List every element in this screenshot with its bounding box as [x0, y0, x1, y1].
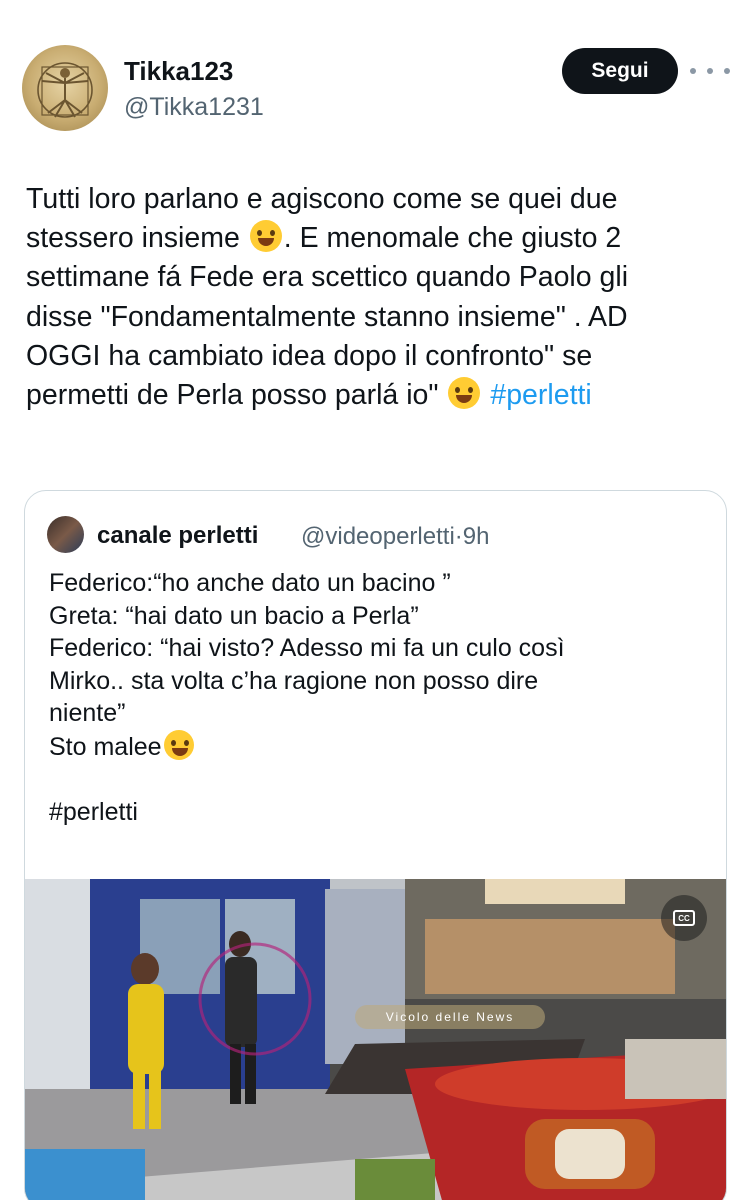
quoted-timestamp[interactable]: 9h — [463, 523, 490, 550]
author-handle[interactable]: @Tikka1231 — [124, 93, 264, 122]
closed-captions-icon[interactable]: CC — [661, 895, 707, 941]
tweet-segment: . E menomale che giusto 2 — [283, 222, 622, 255]
video-scene-image — [25, 879, 726, 1200]
avatar[interactable] — [22, 45, 108, 131]
quoted-line: Greta: “hai dato un bacio a Perla” — [49, 601, 419, 630]
quoted-line: niente” — [49, 699, 126, 727]
rolling-laughing-emoji-icon — [249, 220, 282, 253]
tweet-header: Tikka123 @Tikka1231 Segui — [0, 0, 750, 150]
tweet-segment: stessero insieme — [26, 222, 240, 255]
tears-of-joy-emoji-icon — [163, 729, 194, 760]
watermark-banner: Vicolo delle News — [355, 1005, 545, 1029]
quoted-line: Mirko.. sta volta c’ha ragione non posso… — [49, 666, 539, 695]
tweet-line: disse "Fondamentalmente stanno insieme" … — [26, 300, 628, 333]
quoted-line: Federico:“ho anche dato un bacino ” — [49, 569, 451, 597]
quoted-hashtag[interactable]: #perletti — [49, 796, 709, 829]
quoted-line: Federico: “hai visto? Adesso mi fa un cu… — [49, 634, 565, 662]
vitruvian-man-icon — [37, 62, 93, 118]
follow-button[interactable]: Segui — [562, 48, 678, 94]
quoted-line: Sto malee — [49, 729, 709, 764]
quoted-avatar[interactable] — [47, 516, 84, 553]
video-thumbnail[interactable]: Vicolo delle News CC — [25, 879, 726, 1200]
quoted-author-name[interactable]: canale perletti — [97, 522, 258, 550]
tweet-segment: permetti de Perla posso parlá io" — [26, 379, 439, 412]
tweet-line: stessero insieme . E menomale che giusto… — [26, 219, 732, 258]
quoted-text: Federico:“ho anche dato un bacino ” Gret… — [49, 567, 709, 828]
quoted-segment: Sto malee — [49, 732, 162, 761]
tweet-line: OGGI ha cambiato idea dopo il confronto"… — [26, 339, 593, 372]
hashtag-link[interactable]: #perletti — [490, 379, 591, 411]
tweet-line: settimane fá Fede era scettico quando Pa… — [26, 261, 629, 294]
tweet-line: permetti de Perla posso parlá io" #perle… — [26, 376, 732, 415]
tweet-line: Tutti loro parlano e agiscono come se qu… — [26, 183, 618, 215]
grinning-sweat-emoji-icon — [448, 377, 481, 410]
author-name[interactable]: Tikka123 — [124, 56, 233, 87]
more-options-icon[interactable] — [690, 58, 730, 84]
tweet-text: Tutti loro parlano e agiscono come se qu… — [26, 180, 732, 415]
quoted-meta: @videoperletti·9h — [301, 523, 489, 551]
quoted-author-handle[interactable]: @videoperletti — [301, 523, 455, 550]
quoted-tweet-card[interactable]: canale perletti @videoperletti·9h Federi… — [24, 490, 727, 1200]
meta-separator: · — [454, 523, 463, 550]
